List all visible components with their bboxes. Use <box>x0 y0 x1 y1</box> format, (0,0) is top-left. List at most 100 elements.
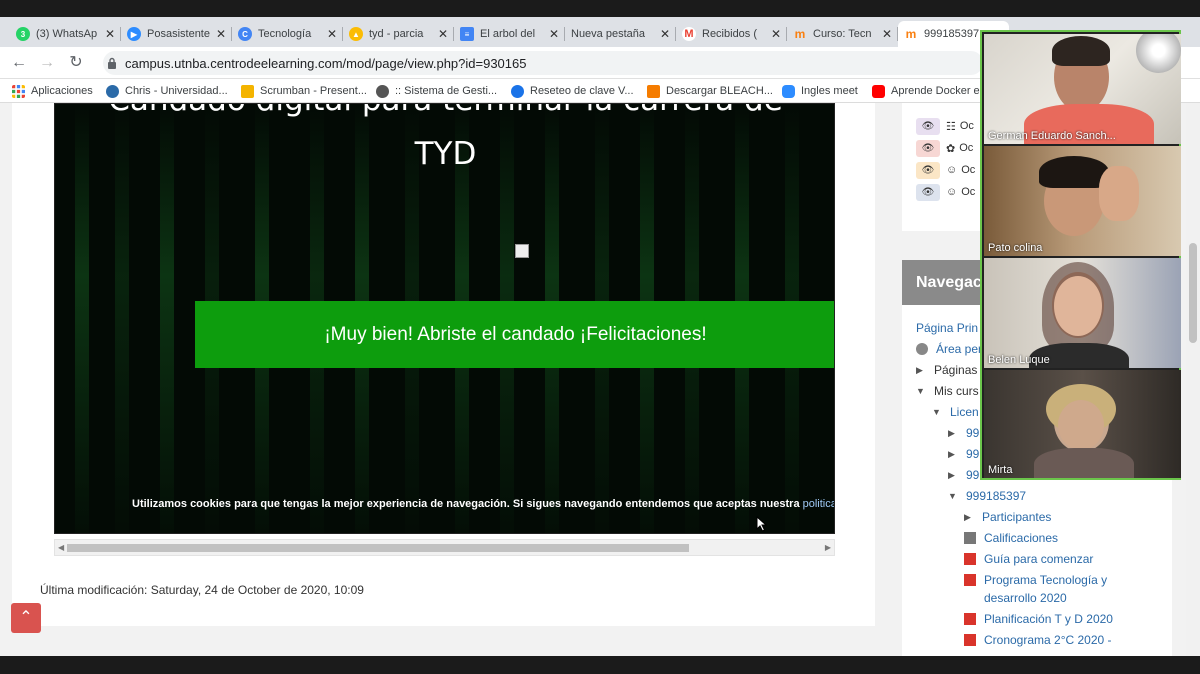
bookmark-label: :: Sistema de Gesti... <box>395 85 498 97</box>
tree-icon: ☷ <box>946 120 956 133</box>
bookmark-item[interactable]: :: Sistema de Gesti... <box>376 83 497 99</box>
cookie-policy-link[interactable]: politica de <box>803 498 834 510</box>
nav-label: Páginas <box>934 363 978 377</box>
nav-label: Licen <box>950 405 979 419</box>
browser-tab[interactable]: ▲ tyd - parcia ✕ <box>343 21 454 47</box>
back-to-top-button[interactable]: ⌃ <box>11 603 41 633</box>
nav-label: Guía para comenzar <box>984 552 1094 566</box>
horizontal-scrollbar[interactable]: ◀ ▶ <box>54 539 835 556</box>
nav-program[interactable]: Programa Tecnología y <box>964 573 1107 587</box>
browser-tab[interactable]: 3 (3) WhatsAp ✕ <box>10 21 121 47</box>
pdf-icon <box>964 553 976 565</box>
bookmark-item[interactable]: Scrumban - Present... <box>241 83 367 99</box>
browser-tab[interactable]: M Recibidos ( ✕ <box>676 21 787 47</box>
bookmark-label: Reseteo de clave V... <box>530 85 634 97</box>
activity-label: Oc <box>959 120 974 132</box>
tab-label: El arbol del <box>480 28 536 40</box>
browser-tab[interactable]: ▶ Posasistente ✕ <box>121 21 232 47</box>
browser-tab[interactable]: m Curso: Tecn ✕ <box>787 21 898 47</box>
success-banner: ¡Muy bien! Abriste el candado ¡Felicitac… <box>195 301 834 368</box>
gmail-icon: M <box>682 27 696 41</box>
nav-current-course[interactable]: ▼ 999185397 <box>948 489 1026 503</box>
lock-icon <box>108 57 116 69</box>
nav-label: Programa Tecnología y <box>984 573 1108 587</box>
eye-icon[interactable]: 👁 <box>916 117 940 135</box>
cookie-notice: Utilizamos cookies para que tengas la me… <box>55 498 834 510</box>
close-tab-icon[interactable]: ✕ <box>438 27 448 41</box>
nav-guide[interactable]: Guía para comenzar <box>964 552 1093 566</box>
bookmark-label: Descargar BLEACH... <box>666 85 773 97</box>
close-tab-icon[interactable]: ✕ <box>660 27 670 41</box>
close-tab-icon[interactable]: ✕ <box>105 27 115 41</box>
eye-icon[interactable]: 👁 <box>916 139 940 157</box>
nav-pages[interactable]: ▶ Páginas <box>916 363 977 377</box>
nav-planning[interactable]: Planificación T y D 2020 <box>964 612 1113 626</box>
person-icon: ☺ <box>946 186 958 198</box>
bookmark-item[interactable]: Reseteo de clave V... <box>511 83 634 99</box>
nav-personal-area[interactable]: Área per <box>916 342 982 356</box>
nav-grades[interactable]: Calificaciones <box>964 531 1058 545</box>
success-message: ¡Muy bien! Abriste el candado ¡Felicitac… <box>324 323 707 345</box>
participant-tile[interactable]: Mirta <box>984 370 1181 478</box>
vertical-scrollbar[interactable] <box>1186 103 1200 656</box>
bookmark-item[interactable]: Ingles meet <box>782 83 858 99</box>
top-black-bar <box>0 0 1200 17</box>
nav-home[interactable]: Página Prin <box>916 321 978 335</box>
close-tab-icon[interactable]: ✕ <box>327 27 337 41</box>
nav-label: Área per <box>936 342 983 356</box>
moodle-icon: m <box>905 27 917 41</box>
tab-label: Nueva pestaña <box>571 28 645 40</box>
nav-my-courses[interactable]: ▼ Mis curs <box>916 384 979 398</box>
participant-tile[interactable]: Pato colina <box>984 146 1181 256</box>
nav-participants[interactable]: ▶ Participantes <box>964 510 1051 524</box>
mouse-cursor-icon <box>756 516 768 532</box>
close-tab-icon[interactable]: ✕ <box>771 27 781 41</box>
activity-label: Oc <box>961 164 976 176</box>
chevron-right-icon: ▶ <box>948 448 955 459</box>
close-tab-icon[interactable]: ✕ <box>549 27 559 41</box>
eye-icon[interactable]: 👁 <box>916 161 940 179</box>
participant-tile[interactable]: German Eduardo Sanch... <box>984 34 1181 144</box>
bookmark-item[interactable]: Descargar BLEACH... <box>647 83 773 99</box>
url-field[interactable]: campus.utnba.centrodeelearning.com/mod/p… <box>103 51 983 75</box>
back-arrow-icon[interactable]: ← <box>9 53 29 73</box>
activity-item[interactable]: 👁 ☺ Oc <box>916 183 975 201</box>
nav-schedule[interactable]: Cronograma 2°C 2020 - <box>964 633 1112 647</box>
activity-item[interactable]: 👁 ☺ Oc <box>916 161 975 179</box>
participant-name: Mirta <box>988 464 1013 476</box>
bookmark-apps[interactable]: Aplicaciones <box>12 83 93 99</box>
activity-item[interactable]: 👁 ☷ Oc <box>916 117 974 135</box>
close-tab-icon[interactable]: ✕ <box>882 27 892 41</box>
activity-item[interactable]: 👁 ✿ Oc <box>916 139 973 157</box>
scrollbar-thumb[interactable] <box>67 544 689 552</box>
nav-label: Participantes <box>982 510 1052 524</box>
eye-icon[interactable]: 👁 <box>916 183 940 201</box>
bookmark-item[interactable]: Aprende Docker er <box>872 83 983 99</box>
participant-name: Belen Luque <box>988 354 1050 366</box>
browser-tab[interactable]: ≡ El arbol del ✕ <box>454 21 565 47</box>
nav-label: Calificaciones <box>984 531 1059 545</box>
activity-label: Oc <box>961 186 976 198</box>
participant-tile[interactable]: Belen Luque <box>984 258 1181 368</box>
participant-name: German Eduardo Sanch... <box>988 130 1116 142</box>
tab-label: Posasistente <box>147 28 210 40</box>
browser-tab[interactable]: Nueva pestaña ✕ <box>565 21 676 47</box>
tab-label: Curso: Tecn <box>813 28 872 40</box>
browser-tab[interactable]: C Tecnología ✕ <box>232 21 343 47</box>
scrollbar-thumb[interactable] <box>1189 243 1197 343</box>
bookmark-label: Scrumban - Present... <box>260 85 367 97</box>
whatsapp-icon: 3 <box>16 27 30 41</box>
dashboard-icon <box>916 343 928 355</box>
last-modified-text: Última modificación: Saturday, 24 de Oct… <box>40 583 364 597</box>
nav-degree[interactable]: ▼ Licen <box>932 405 979 419</box>
scroll-left-icon[interactable]: ◀ <box>58 543 64 552</box>
reload-icon[interactable]: ↻ <box>66 53 86 73</box>
zoom-icon <box>782 84 795 98</box>
close-tab-icon[interactable]: ✕ <box>216 27 226 41</box>
forward-arrow-icon[interactable]: → <box>37 53 57 73</box>
scroll-right-icon[interactable]: ▶ <box>825 543 831 552</box>
bookmark-item[interactable]: Chris - Universidad... <box>106 83 228 99</box>
nav-program-cont[interactable]: desarrollo 2020 <box>984 591 1067 605</box>
video-call-panel: German Eduardo Sanch... Pato colina Bele… <box>980 30 1181 480</box>
globe-icon <box>376 84 389 98</box>
